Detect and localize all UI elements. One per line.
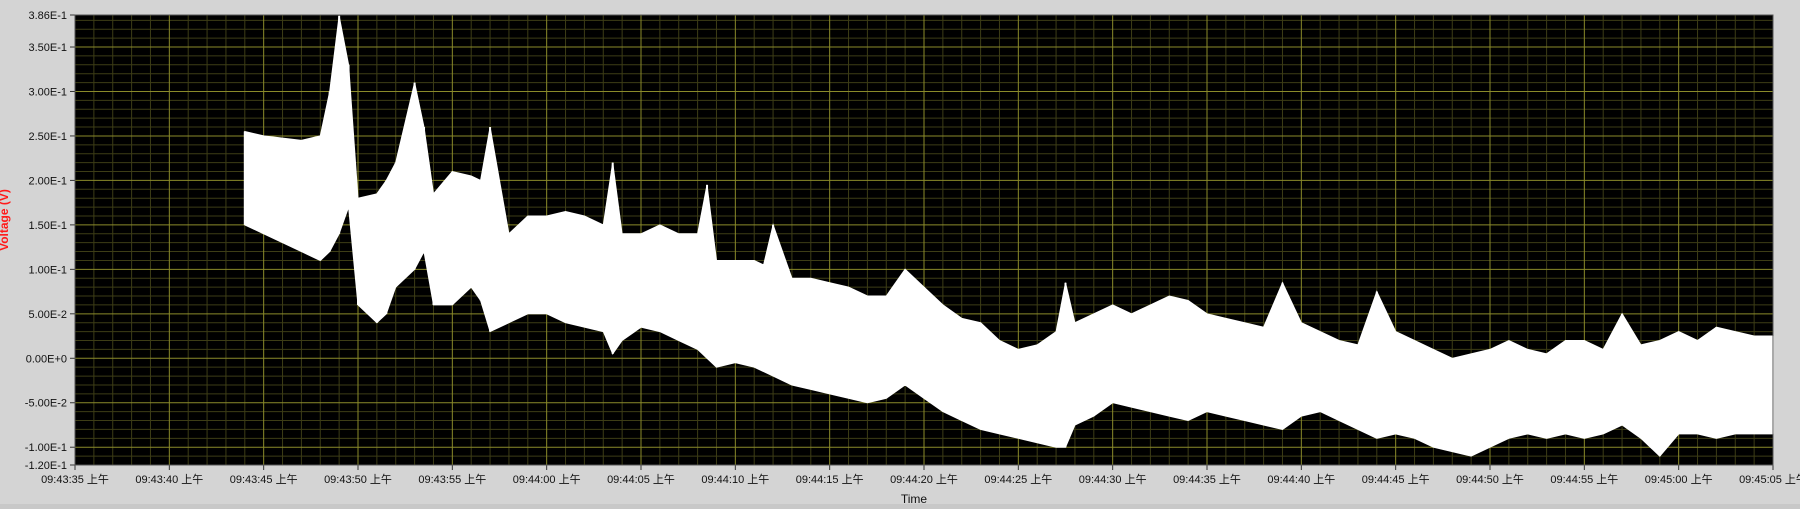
y-tick-label: -1.00E-1 — [25, 442, 67, 454]
y-axis-label: Voltage (V) — [0, 189, 11, 251]
waveform-chart: 3.86E-1 3.50E-1 3.00E-1 2.50E-1 2.00E-1 1.50E… — [0, 0, 1800, 506]
y-tick-label: 1.00E-1 — [28, 264, 67, 276]
x-axis-label: Time — [901, 492, 928, 504]
x-tick-label: 09:44:20 上午 — [890, 473, 958, 486]
x-tick-label: 09:44:00 上午 — [513, 473, 581, 486]
y-tick-label: 5.00E-2 — [28, 309, 67, 321]
x-tick-label: 09:43:50 上午 — [324, 473, 392, 486]
y-tick-label: 3.50E-1 — [28, 42, 67, 54]
x-tick-label: 09:43:45 上午 — [230, 473, 298, 486]
y-tick-label: 2.00E-1 — [28, 175, 67, 187]
x-tick-label: 09:44:35 上午 — [1173, 473, 1241, 486]
y-tick-label: 3.00E-1 — [28, 86, 67, 98]
y-tick-label: -5.00E-2 — [25, 398, 67, 410]
x-tick-label: 09:44:45 上午 — [1362, 473, 1430, 486]
x-tick-label: 09:45:00 上午 — [1645, 473, 1713, 486]
x-tick-label: 09:44:25 上午 — [984, 473, 1052, 486]
y-tick-label: 3.86E-1 — [28, 10, 67, 22]
y-tick-label: 2.50E-1 — [28, 131, 67, 143]
x-tick-label: 09:44:30 上午 — [1079, 473, 1147, 486]
x-tick-label: 09:44:10 上午 — [701, 473, 769, 486]
waveform-chart-panel: 3.86E-1 3.50E-1 3.00E-1 2.50E-1 2.00E-1 1.50E… — [0, 0, 1800, 506]
x-tick-label: 09:45:05 上午 — [1739, 473, 1800, 486]
x-tick-label: 09:43:40 上午 — [135, 473, 203, 486]
y-tick-label: 0.00E+0 — [26, 353, 67, 365]
y-tick-label: 1.50E-1 — [28, 220, 67, 232]
x-tick-label: 09:44:55 上午 — [1550, 473, 1618, 486]
x-tick-label: 09:43:35 上午 — [41, 473, 109, 486]
x-tick-label: 09:44:50 上午 — [1456, 473, 1524, 486]
x-tick-label: 09:44:15 上午 — [796, 473, 864, 486]
x-tick-label: 09:44:40 上午 — [1267, 473, 1335, 486]
y-tick-label: -1.20E-1 — [25, 460, 67, 472]
x-tick-label: 09:44:05 上午 — [607, 473, 675, 486]
x-tick-label: 09:43:55 上午 — [418, 473, 486, 486]
